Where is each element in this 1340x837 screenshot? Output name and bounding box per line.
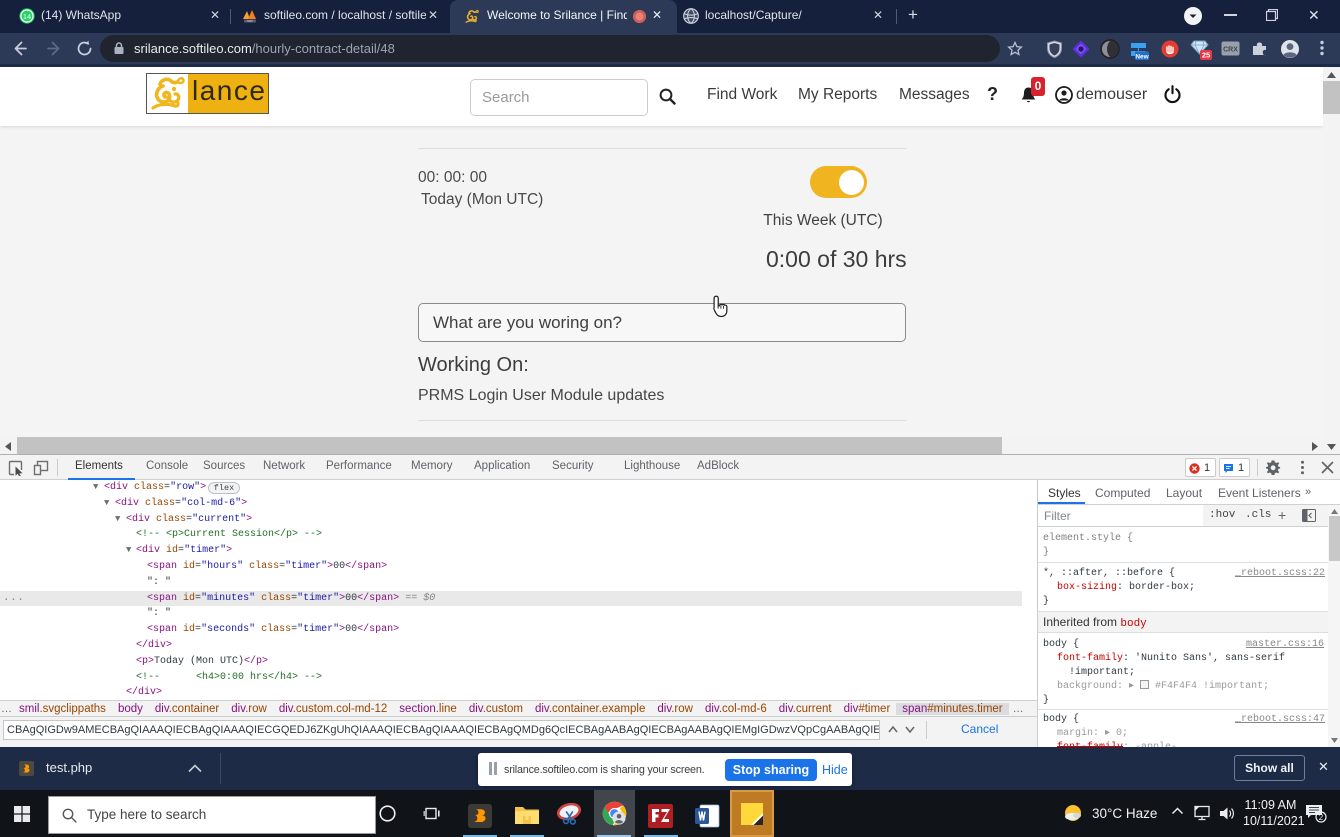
svg-text:2: 2 (1319, 813, 1324, 822)
svg-text:14: 14 (23, 12, 31, 21)
svg-text:MW: MW (247, 19, 252, 23)
